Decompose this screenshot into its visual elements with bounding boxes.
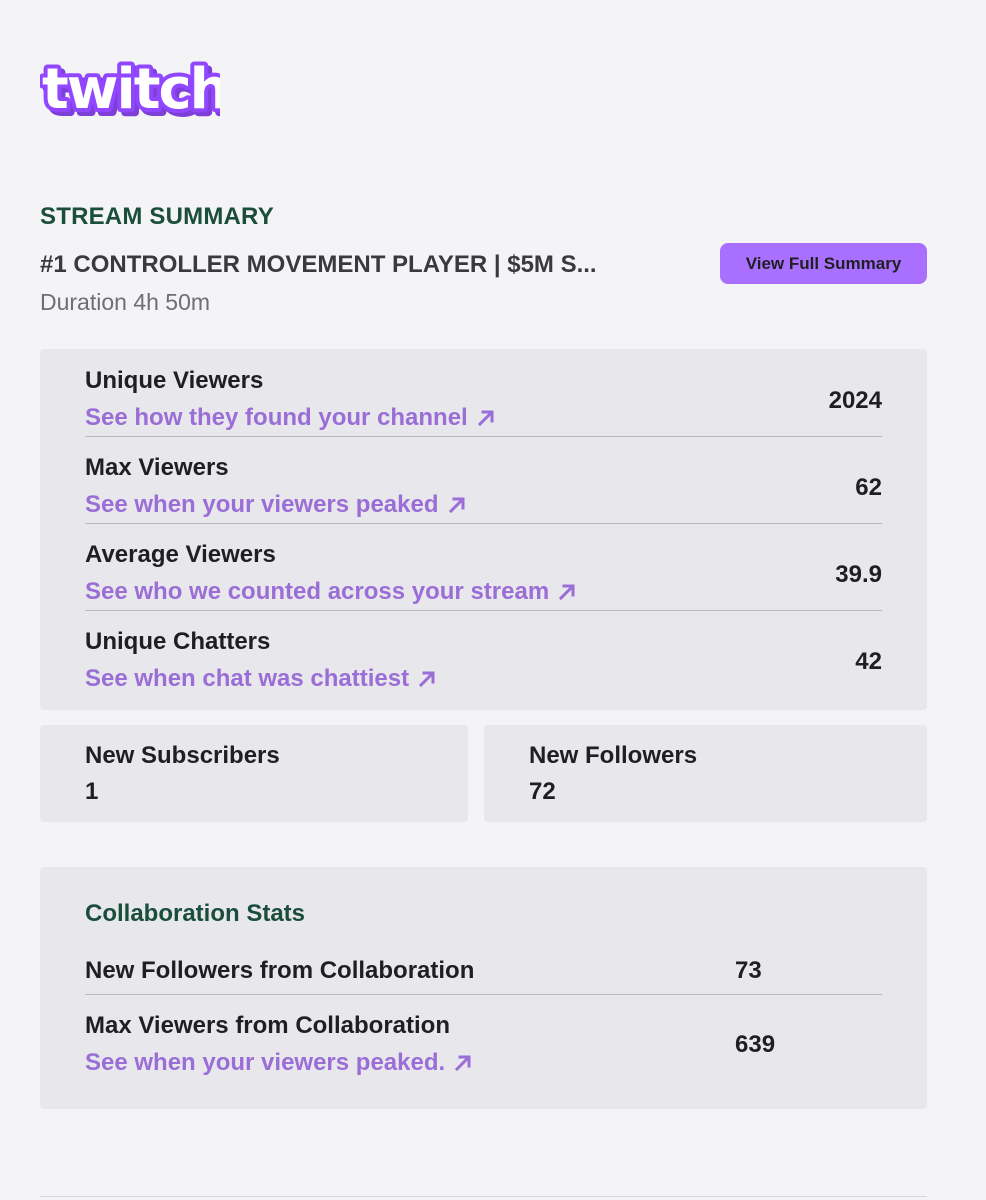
stat-label: Unique Viewers	[85, 367, 264, 394]
stats-panel: Unique Viewers See how they found your c…	[40, 349, 927, 710]
stat-row-unique-chatters: Unique Chatters See when chat was chatti…	[85, 610, 882, 697]
collab-link-text: See when your viewers peaked.	[85, 1049, 446, 1076]
stat-link[interactable]: See how they found your channel	[85, 404, 496, 432]
collaboration-title: Collaboration Stats	[85, 900, 306, 927]
new-followers-value: 72	[529, 778, 556, 805]
collaboration-panel: Collaboration Stats New Followers from C…	[40, 867, 927, 1109]
stat-link-text: See when chat was chattiest	[85, 665, 410, 692]
stat-link[interactable]: See when your viewers peaked	[85, 491, 467, 519]
stat-link[interactable]: See when chat was chattiest	[85, 665, 437, 693]
arrow-up-right-icon	[419, 671, 435, 688]
new-subscribers-panel: New Subscribers 1	[40, 725, 468, 822]
view-full-summary-button[interactable]: View Full Summary	[720, 243, 927, 284]
collab-row-new-followers: New Followers from Collaboration 73	[85, 950, 882, 995]
stream-title: #1 CONTROLLER MOVEMENT PLAYER | $5M S...	[40, 251, 597, 278]
new-subscribers-value: 1	[85, 778, 99, 805]
stream-duration: Duration 4h 50m	[40, 289, 211, 315]
collab-label: Max Viewers from Collaboration	[85, 1012, 450, 1039]
new-followers-label: New Followers	[529, 742, 698, 769]
new-subscribers-label: New Subscribers	[85, 742, 280, 769]
stat-label: Unique Chatters	[85, 628, 271, 655]
stat-row-unique-viewers: Unique Viewers See how they found your c…	[85, 349, 882, 437]
collab-label: New Followers from Collaboration	[85, 957, 475, 984]
collab-value: 639	[735, 1031, 776, 1058]
divider	[40, 1196, 927, 1197]
stat-value: 2024	[828, 387, 882, 414]
stat-link[interactable]: See who we counted across your stream	[85, 578, 577, 606]
stat-row-max-viewers: Max Viewers See when your viewers peaked…	[85, 436, 882, 524]
stat-link-text: See when your viewers peaked	[85, 491, 439, 518]
collab-row-max-viewers: Max Viewers from Collaboration See when …	[85, 994, 882, 1094]
stat-label: Average Viewers	[85, 541, 276, 568]
stat-value: 62	[855, 474, 882, 501]
stat-label: Max Viewers	[85, 454, 229, 481]
arrow-up-right-icon	[559, 584, 575, 601]
twitch-logo: twitch twitch	[40, 58, 220, 124]
arrow-up-right-icon	[477, 410, 494, 427]
stat-link-text: See how they found your channel	[85, 404, 468, 431]
svg-text:twitch: twitch	[42, 58, 220, 122]
stat-value: 39.9	[835, 561, 882, 588]
new-followers-panel: New Followers 72	[484, 725, 927, 822]
collab-link[interactable]: See when your viewers peaked.	[85, 1049, 473, 1077]
section-title: STREAM SUMMARY	[40, 203, 274, 230]
collab-value: 73	[735, 957, 762, 984]
stat-row-average-viewers: Average Viewers See who we counted acros…	[85, 523, 882, 611]
arrow-up-right-icon	[448, 497, 464, 514]
arrow-up-right-icon	[455, 1055, 471, 1072]
stat-value: 42	[855, 648, 882, 675]
stat-link-text: See who we counted across your stream	[85, 578, 550, 605]
